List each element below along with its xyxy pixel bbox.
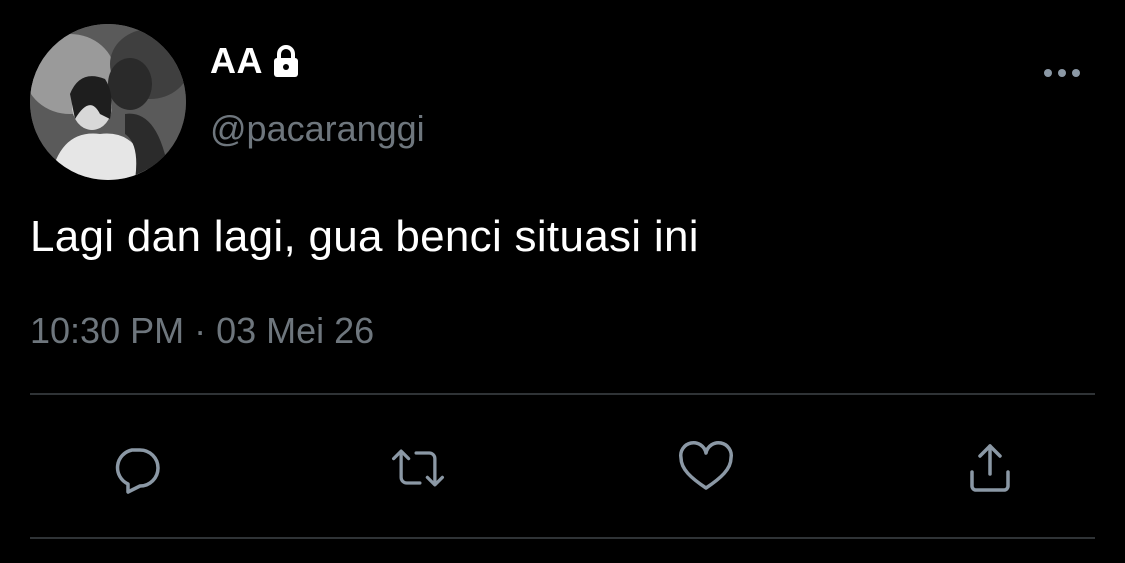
- retweet-icon: [391, 449, 445, 487]
- tweet-detail: AA @pacaranggi Lagi dan lagi, gua benci …: [0, 0, 1125, 563]
- tweet-date: 03 Mei 26: [216, 310, 375, 351]
- like-icon: [679, 441, 733, 490]
- tweet-text: Lagi dan lagi, gua benci situasi ini: [30, 212, 699, 261]
- reply-button[interactable]: [106, 438, 166, 498]
- meta-separator: ·: [194, 310, 207, 351]
- tweet-time: 10:30 PM: [30, 310, 185, 351]
- avatar[interactable]: [30, 24, 186, 180]
- action-bar: [0, 438, 1125, 498]
- more-icon[interactable]: [1040, 58, 1084, 88]
- reply-icon: [115, 448, 160, 494]
- avatar-photo: [30, 24, 186, 180]
- tweet-timestamp[interactable]: 10:30 PM · 03 Mei 26: [30, 310, 374, 352]
- divider-bottom: [30, 537, 1095, 539]
- like-button[interactable]: [676, 438, 736, 498]
- retweet-button[interactable]: [388, 438, 448, 498]
- user-handle[interactable]: @pacaranggi: [210, 108, 425, 150]
- share-icon: [970, 444, 1010, 492]
- display-name-row: AA: [210, 40, 303, 82]
- display-name[interactable]: AA: [210, 40, 263, 82]
- lock-icon: [269, 43, 303, 79]
- divider: [30, 393, 1095, 395]
- share-button[interactable]: [960, 438, 1020, 498]
